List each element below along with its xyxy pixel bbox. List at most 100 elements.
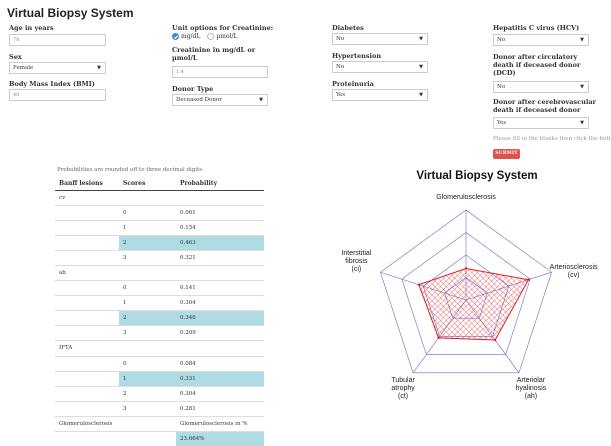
radar-point — [527, 278, 530, 281]
cell-lesion — [55, 310, 119, 326]
radar-axis-label-line: Arteriolar — [516, 376, 546, 384]
cell-probability: 0.463 — [176, 235, 264, 251]
radar-axis-label-line: Arteriosclerosis — [549, 264, 598, 272]
cell-lesion: IFTA — [55, 340, 119, 357]
cell-probability — [176, 189, 264, 206]
radar-axis-label-line: Tubular — [391, 376, 415, 384]
cell-score: 1 — [119, 370, 176, 387]
hcv-select[interactable]: No ▼ — [493, 34, 589, 46]
creatinine-unit-radio-group: mg/dL µmol/L — [172, 33, 238, 40]
cell-score: 0 — [119, 280, 176, 296]
bmi-label: Body Mass Index (BMI) — [9, 80, 95, 88]
radar-point — [464, 267, 468, 270]
cell-probability: 0.154 — [176, 220, 264, 236]
cell-score: 0 — [119, 355, 176, 372]
table-row: 1 0.331 — [55, 370, 264, 387]
diabetes-value: No — [336, 36, 345, 42]
radar-axis-label-line: (ct) — [398, 392, 409, 400]
cell-lesion: Glomerulosclerosis — [55, 415, 119, 432]
cell-score — [119, 189, 176, 206]
table-row: 1 0.304 — [55, 295, 264, 311]
header-banff-lesions: Banff lesions — [55, 177, 119, 191]
cell-probability: 0.346 — [176, 310, 264, 326]
table-row: IFTA — [55, 340, 264, 357]
table-row: 0 0.084 — [55, 355, 264, 372]
radar-axis-label-line: (ci) — [351, 266, 362, 274]
cell-lesion — [55, 220, 119, 236]
sex-select-value: Female — [13, 65, 34, 71]
submit-button[interactable]: SUBMIT — [493, 149, 520, 159]
sex-select[interactable]: Female ▼ — [9, 62, 106, 74]
hypertension-select[interactable]: No ▼ — [332, 61, 428, 73]
table-row: Glomerulosclerosis Glomerulosclerosis in … — [55, 415, 264, 432]
cell-lesion — [55, 295, 119, 311]
cell-score: 2 — [119, 235, 176, 251]
table-row: 23.664% — [55, 430, 264, 446]
bmi-input[interactable]: 40 — [9, 89, 106, 101]
cell-lesion — [55, 325, 119, 341]
cell-probability — [176, 265, 264, 281]
radar-axis-label-line: (cv) — [567, 272, 580, 280]
table-row: cv — [55, 189, 264, 206]
radio-mgdl[interactable] — [172, 33, 179, 40]
cell-score: 3 — [119, 400, 176, 417]
table-row: 3 0.281 — [55, 400, 264, 417]
cell-lesion — [55, 385, 119, 402]
table-row: 0 0.141 — [55, 280, 264, 296]
radio-umol-label: µmol/L — [216, 33, 238, 40]
donor-type-label: Donor Type — [172, 85, 214, 93]
cerebro-select[interactable]: Yes ▼ — [493, 117, 589, 129]
cell-probability: 0.209 — [176, 325, 264, 341]
cell-score — [119, 340, 176, 357]
chevron-down-icon: ▼ — [419, 63, 423, 70]
cell-score — [119, 415, 176, 432]
age-input[interactable]: 78 — [9, 34, 106, 46]
cell-score: 3 — [119, 250, 176, 266]
cell-score — [119, 265, 176, 281]
table-row: 2 0.463 — [55, 235, 264, 251]
chevron-down-icon: ▼ — [419, 35, 423, 42]
cell-lesion — [55, 355, 119, 372]
radar-axis-label: Arteriolar hyalinosis (ah) — [496, 377, 566, 401]
cell-probability: 23.664% — [176, 430, 264, 446]
creatinine-label: Creatinine in mg/dL or µmol/L — [172, 46, 256, 62]
radar-axis-label-line: fibrosis — [345, 258, 368, 266]
table-row: 3 0.321 — [55, 250, 264, 266]
dcd-select[interactable]: No ▼ — [493, 81, 589, 93]
chevron-down-icon: ▼ — [419, 91, 423, 98]
app-title: Virtual Biopsy System — [7, 6, 134, 20]
cell-score: 1 — [119, 220, 176, 236]
diabetes-select[interactable]: No ▼ — [332, 33, 428, 45]
donor-type-select[interactable]: Deceased Donor ▼ — [172, 94, 268, 106]
rounding-note: Probabilities are rounded off to three d… — [57, 167, 204, 173]
creatinine-input[interactable]: 1.4 — [172, 66, 268, 78]
probability-table-wrap: Banff lesions Scores Probability cv 0 0.06… — [55, 177, 264, 446]
cell-score: 1 — [119, 295, 176, 311]
header-scores: Scores — [119, 177, 176, 191]
cell-probability: 0.304 — [176, 385, 264, 402]
hcv-value: No — [497, 37, 506, 43]
cell-probability: Glomerulosclerosis in % — [176, 415, 264, 432]
age-label: Age in years — [9, 24, 54, 32]
cell-lesion — [55, 205, 119, 221]
cell-score — [119, 430, 176, 446]
chevron-down-icon: ▼ — [259, 96, 263, 103]
cell-score: 3 — [119, 325, 176, 341]
cell-lesion — [55, 280, 119, 296]
probability-table: Banff lesions Scores Probability cv 0 0.06… — [55, 177, 264, 446]
cell-probability: 0.084 — [176, 355, 264, 372]
radio-mgdl-label: mg/dL — [181, 33, 201, 40]
cell-probability: 0.141 — [176, 280, 264, 296]
radar-axis-label: Arteriosclerosis (cv) — [539, 264, 609, 280]
chevron-down-icon: ▼ — [580, 119, 584, 126]
diabetes-label: Diabetes — [332, 24, 364, 32]
radio-umol[interactable] — [207, 33, 215, 40]
cell-lesion: cv — [55, 189, 119, 206]
hypertension-label: Hypertension — [332, 52, 382, 60]
proteinuria-value: Yes — [336, 92, 346, 98]
cell-lesion — [55, 430, 119, 446]
cell-score: 2 — [119, 385, 176, 402]
proteinuria-select[interactable]: Yes ▼ — [332, 89, 428, 101]
proteinuria-label: Proteinuria — [332, 80, 374, 88]
sex-label: Sex — [9, 53, 22, 61]
